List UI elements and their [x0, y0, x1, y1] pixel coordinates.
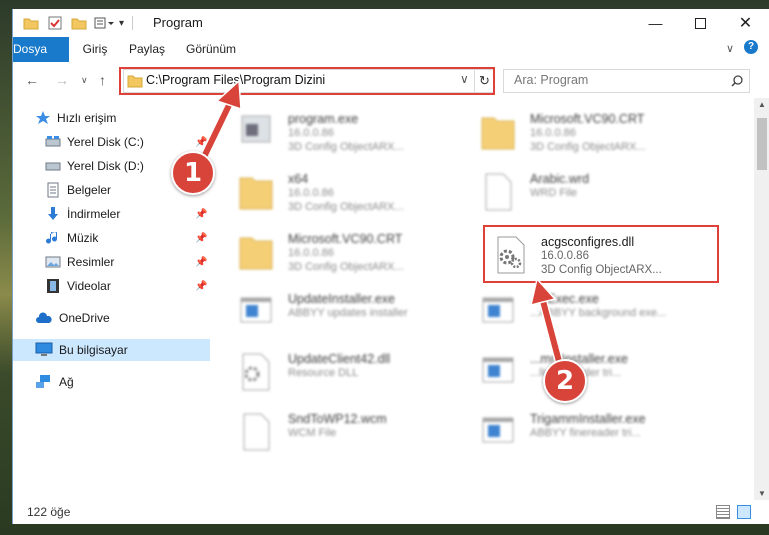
callout-arrows	[198, 79, 566, 374]
arrow-1	[198, 79, 242, 164]
callout-badge-1: 1	[171, 151, 215, 195]
explorer-window: ▾ Program — ✕ Dosya Giriş Paylaş Görünüm…	[12, 9, 769, 524]
arrow-2	[529, 277, 566, 374]
callout-badge-2: 2	[543, 359, 587, 403]
